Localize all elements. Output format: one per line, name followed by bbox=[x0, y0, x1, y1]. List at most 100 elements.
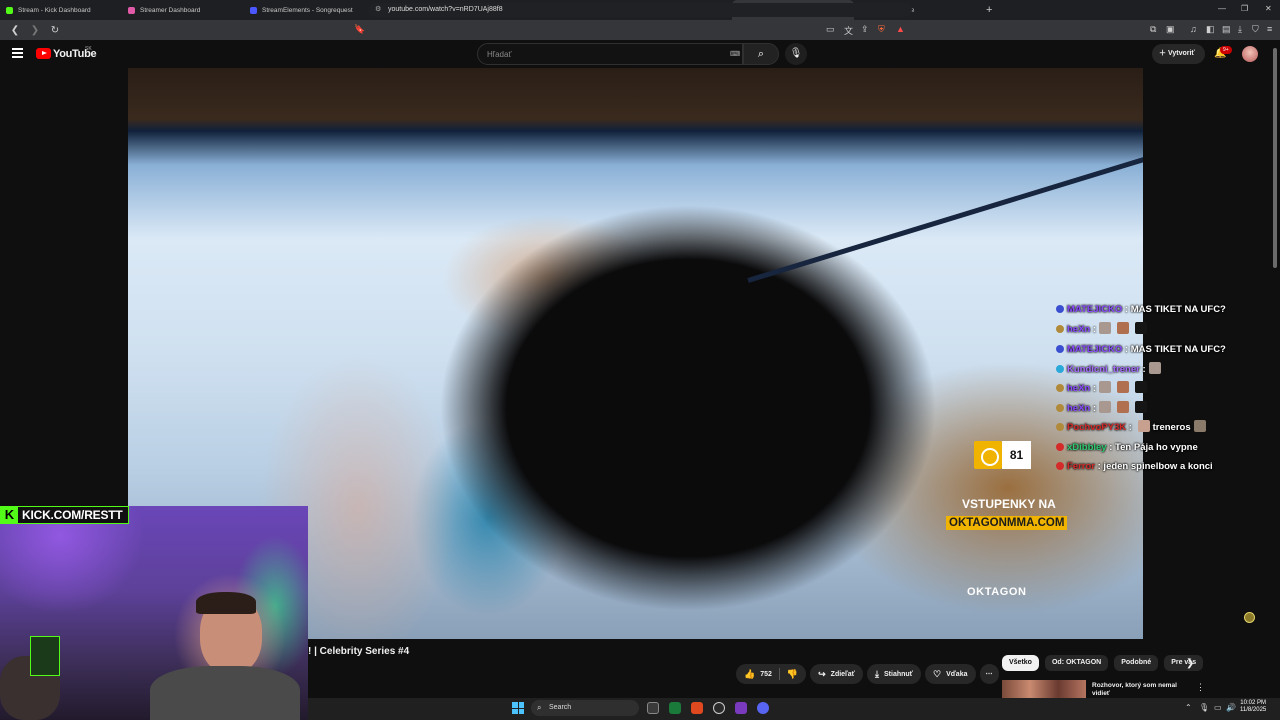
chat-emote bbox=[1135, 322, 1148, 334]
tab-label: StreamElements - Songrequest bbox=[262, 6, 353, 14]
chat-message: PochvoPY3K : treneros bbox=[1056, 418, 1246, 438]
chat-username: Ferror bbox=[1067, 461, 1095, 472]
brave-shields-icon[interactable]: ⛨ bbox=[878, 24, 885, 35]
sidebar-icon[interactable]: ◧ bbox=[1206, 24, 1215, 35]
search-button[interactable]: ⌕ bbox=[743, 43, 779, 65]
tab-label: Stream - Kick Dashboard bbox=[18, 6, 91, 14]
streamer-webcam bbox=[0, 506, 308, 720]
chat-username: PochvoPY3K bbox=[1067, 422, 1127, 433]
close-window-icon[interactable]: ✕ bbox=[1265, 4, 1272, 13]
twitch-app-icon[interactable] bbox=[735, 702, 747, 714]
sponsor-badge: 81 bbox=[974, 441, 1031, 469]
menu-icon[interactable]: ≡ bbox=[1267, 24, 1272, 34]
filter-chip[interactable]: Pre vás bbox=[1164, 655, 1204, 671]
bookmark-icon[interactable]: 🔖 bbox=[354, 24, 365, 35]
taskbar-search-label: Search bbox=[549, 704, 572, 711]
new-tab-icon[interactable]: + bbox=[986, 4, 992, 16]
thanks-icon: ♡ bbox=[933, 668, 942, 679]
voice-search-icon[interactable]: 🎙 bbox=[785, 43, 807, 65]
back-icon[interactable]: ❮ bbox=[10, 25, 20, 36]
youtube-logo-icon[interactable] bbox=[36, 48, 51, 59]
share-button[interactable]: ↪ Zdieľať bbox=[810, 664, 864, 684]
download-button[interactable]: ⤓ Stiahnuť bbox=[867, 664, 922, 684]
filter-chip[interactable]: Podobné bbox=[1114, 655, 1159, 671]
thumb-down-icon[interactable]: 👎 bbox=[787, 669, 798, 680]
share-page-icon[interactable]: ⇪ bbox=[861, 24, 869, 35]
browser-tab[interactable]: Streamer Dashboard bbox=[122, 0, 244, 20]
account-avatar[interactable] bbox=[1242, 46, 1258, 62]
chat-message: MATEJICKO : MAS TIKET NA UFC? bbox=[1056, 340, 1246, 360]
chat-username: xDibbley bbox=[1067, 441, 1107, 453]
related-filter-chips: Všetko Od: OKTAGON Podobné Pre vás bbox=[1002, 655, 1204, 671]
chat-badge-icon bbox=[1056, 305, 1064, 313]
recommended-title[interactable]: Rozhovor, ktorý som nemal vidieť bbox=[1092, 682, 1182, 698]
chat-emote bbox=[1099, 400, 1112, 413]
page-scrollbar[interactable] bbox=[1273, 48, 1277, 268]
rewards-icon[interactable]: ▲ bbox=[896, 24, 905, 34]
kick-url-text: KICK.COM/RESTT bbox=[22, 508, 123, 522]
download-label: Stiahnuť bbox=[884, 670, 914, 678]
taskbar-search[interactable]: ⌕ Search bbox=[531, 700, 639, 716]
obs-app-icon[interactable] bbox=[713, 702, 725, 714]
search-input[interactable]: Hľadať bbox=[477, 43, 743, 65]
chat-badge-icon bbox=[1056, 423, 1064, 431]
chip-next-icon[interactable]: ❯ bbox=[1186, 658, 1194, 669]
browser-tab[interactable]: Stream - Kick Dashboard bbox=[0, 0, 122, 20]
chat-badge-icon bbox=[1056, 442, 1064, 451]
reload-icon[interactable]: ↻ bbox=[50, 25, 60, 36]
volume-tray-icon[interactable]: 🔊 bbox=[1226, 703, 1236, 712]
like-button[interactable]: 👍 752 👎 bbox=[736, 664, 807, 684]
chat-emote bbox=[1117, 381, 1130, 393]
minimize-icon[interactable]: — bbox=[1218, 4, 1226, 13]
site-info-icon[interactable]: ⚙ bbox=[375, 3, 381, 17]
filter-chip[interactable]: Všetko bbox=[1002, 655, 1039, 671]
tab-favicon-icon bbox=[6, 6, 13, 14]
clock-time: 10:02 PM bbox=[1240, 700, 1266, 706]
url-field[interactable]: ⚙ youtube.com/watch?v=nRD7UAj88f8 bbox=[368, 3, 912, 17]
thanks-button[interactable]: ♡ Vďaka bbox=[925, 664, 976, 684]
monster-can bbox=[30, 636, 60, 676]
chat-badge-icon bbox=[1056, 325, 1064, 333]
mic-tray-icon[interactable]: 🎙 bbox=[1199, 703, 1209, 712]
vpn-icon[interactable]: ⛉ bbox=[1252, 24, 1259, 35]
windows-start-icon[interactable] bbox=[512, 702, 524, 714]
more-actions-button[interactable]: ⋯ bbox=[979, 664, 999, 684]
music-icon[interactable]: ♫ bbox=[1190, 24, 1197, 34]
tabs-icon[interactable]: ▤ bbox=[1222, 24, 1231, 35]
create-button[interactable]: ＋ Vytvoriť bbox=[1152, 44, 1205, 64]
chat-text: : bbox=[1092, 324, 1097, 335]
brave-app-icon[interactable] bbox=[691, 702, 703, 714]
chat-emote bbox=[1137, 420, 1150, 432]
chat-message: heXn : bbox=[1056, 379, 1246, 399]
video-title: ! | Celebrity Series #4 bbox=[308, 646, 410, 657]
chat-username: Kundicni_trener bbox=[1067, 363, 1140, 375]
extensions-icon[interactable]: ⧉ bbox=[1150, 24, 1156, 35]
chat-emote bbox=[1135, 400, 1148, 413]
guide-menu-icon[interactable] bbox=[12, 48, 23, 58]
recommended-more-icon[interactable]: ⋮ bbox=[1196, 682, 1205, 693]
tray-chevron-icon[interactable]: ⌃ bbox=[1185, 703, 1192, 712]
filter-chip[interactable]: Od: OKTAGON bbox=[1044, 655, 1109, 671]
forward-icon[interactable]: ❯ bbox=[30, 25, 40, 36]
discord-app-icon[interactable] bbox=[757, 702, 769, 714]
browser-tab[interactable]: StreamElements - Songrequest bbox=[244, 0, 366, 20]
mat-stripe bbox=[747, 137, 1143, 283]
cast-icon[interactable]: ▭ bbox=[826, 24, 835, 35]
video-actions: 👍 752 👎 ↪ Zdieľať ⤓ Stiahnuť ♡ Vďaka ⋯ bbox=[736, 664, 999, 684]
taskbar-clock[interactable]: 10:02 PM 11/8/2025 bbox=[1240, 700, 1266, 714]
wallet-icon[interactable]: ▣ bbox=[1166, 24, 1175, 35]
display-tray-icon[interactable]: ▭ bbox=[1214, 703, 1222, 712]
streamer-shirt bbox=[150, 666, 300, 720]
excel-app-icon[interactable] bbox=[669, 702, 681, 714]
translate-icon[interactable]: 文 bbox=[844, 24, 853, 37]
chat-username: heXn bbox=[1067, 402, 1091, 414]
task-view-icon[interactable] bbox=[647, 702, 659, 714]
url-text: youtube.com/watch?v=nRD7UAj88f8 bbox=[388, 6, 503, 13]
stream-chat-overlay: MATEJICKO : MAS TIKET NA UFC? heXn : MATEJ… bbox=[1056, 300, 1246, 477]
address-bar-row: ❮ ❯ ↻ bbox=[0, 20, 1280, 40]
download-manager-icon[interactable]: ⤓ bbox=[1238, 24, 1242, 35]
chat-message: Ferror : jeden spinelbow a konci bbox=[1056, 457, 1246, 477]
recommended-thumbnail[interactable] bbox=[1002, 680, 1086, 700]
restore-icon[interactable]: ❐ bbox=[1241, 4, 1248, 13]
keyboard-icon[interactable]: ⌨ bbox=[730, 50, 740, 58]
